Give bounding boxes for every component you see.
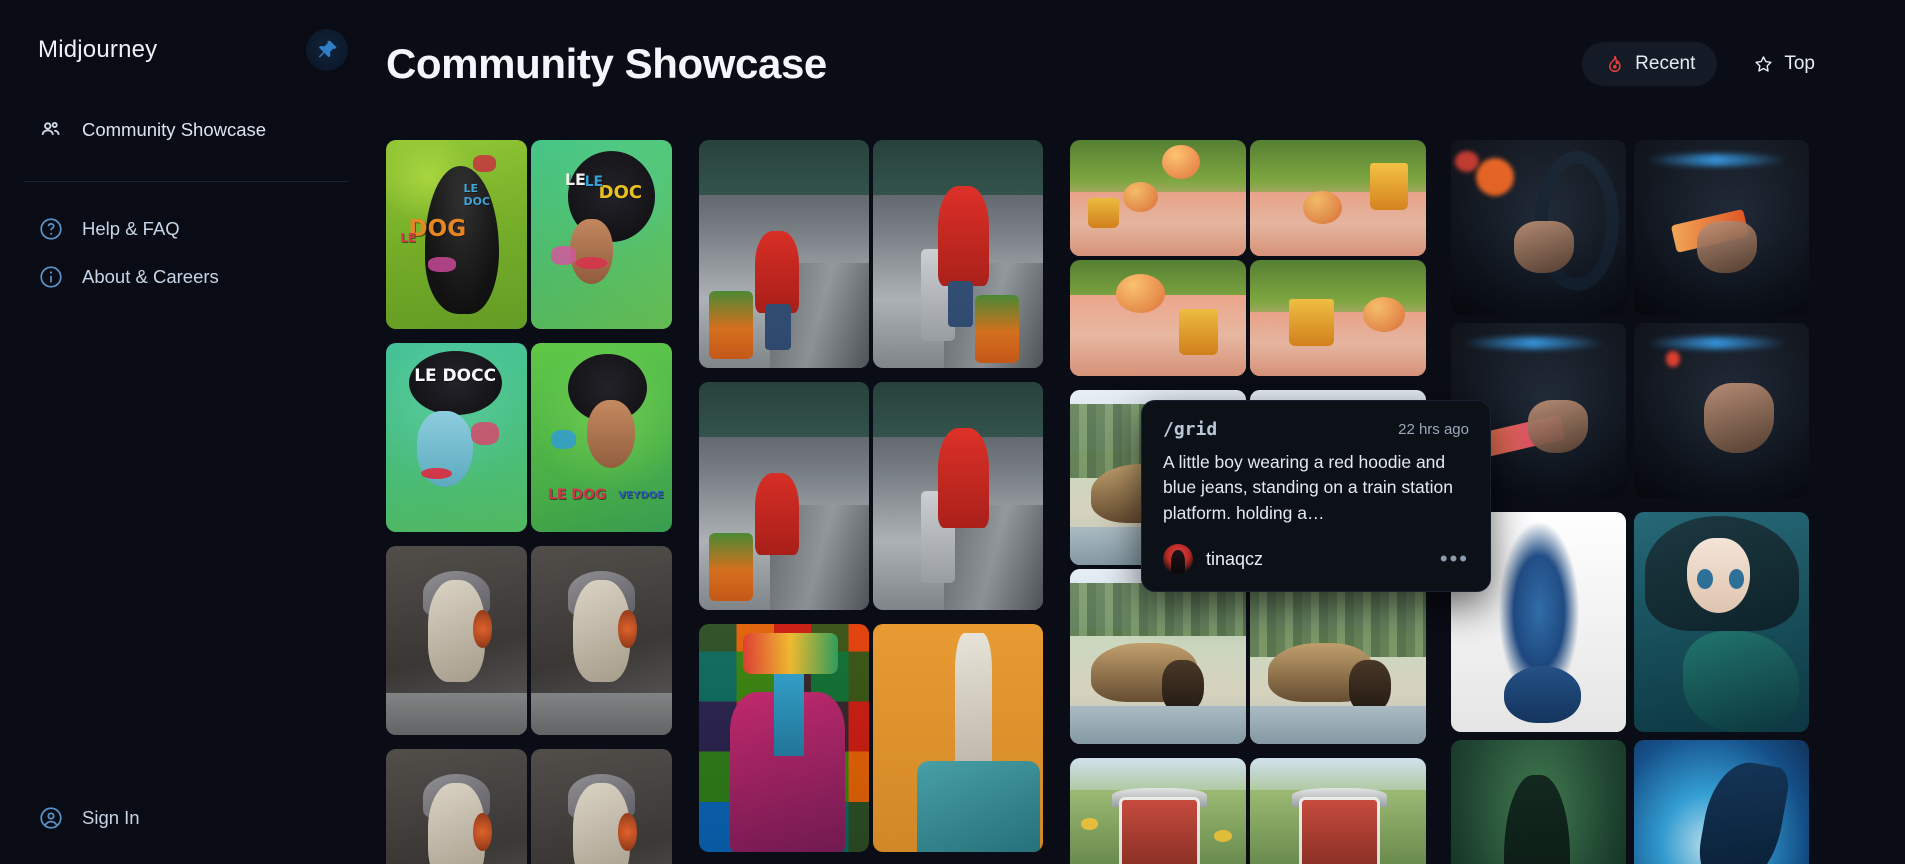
image-hover-card[interactable]: /grid 22 hrs ago A little boy wearing a …: [1141, 400, 1491, 593]
sidebar-item-label: Help & FAQ: [82, 218, 180, 239]
timestamp-label: 22 hrs ago: [1398, 421, 1469, 438]
grid-tile[interactable]: LE DOG VEYDOE: [531, 343, 672, 532]
grid-tile[interactable]: [1634, 323, 1809, 498]
grid-tile[interactable]: LE DOC LE: [531, 140, 672, 329]
main-content: Community Showcase Recent Top DOG LE LE …: [386, 0, 1905, 864]
sidebar-item-about-careers[interactable]: About & Careers: [0, 253, 386, 301]
avatar: [1163, 544, 1193, 575]
grid-tile[interactable]: [1451, 140, 1626, 315]
star-icon: [1755, 55, 1772, 72]
sidebar-item-label: Community Showcase: [82, 119, 267, 140]
page-title: Community Showcase: [386, 40, 827, 87]
sign-in-button[interactable]: Sign In: [38, 794, 348, 842]
info-circle-icon: [40, 266, 62, 288]
grid-column-1: DOG LE LE DOC LE DOC LE LE DOCC LE DOG V…: [386, 140, 675, 864]
page-header: Community Showcase Recent Top: [386, 0, 1905, 88]
grid-tile[interactable]: [531, 546, 672, 735]
author-username: tinaqcz: [1206, 548, 1264, 569]
filter-recent-label: Recent: [1635, 53, 1696, 74]
grid-tile[interactable]: [386, 749, 527, 864]
filter-top[interactable]: Top: [1731, 42, 1837, 86]
image-group-train-a: [699, 140, 1046, 368]
sidebar-item-label: About & Careers: [82, 266, 219, 287]
sidebar-footer: Sign In: [0, 794, 386, 864]
grid-tile[interactable]: [1250, 569, 1426, 744]
filter-group: Recent Top: [1582, 42, 1837, 86]
people-group-icon: [41, 122, 60, 135]
grid-tile[interactable]: [873, 140, 1043, 368]
grid-tile[interactable]: [386, 546, 527, 735]
sidebar-header: Midjourney: [0, 0, 386, 72]
image-group-graffiti-a: DOG LE LE DOC LE DOC LE: [386, 140, 675, 329]
image-group-train-b: [699, 382, 1046, 610]
image-group-statues-a: [386, 546, 675, 735]
grid-tile[interactable]: [1250, 260, 1426, 376]
grid-tile[interactable]: [1451, 740, 1626, 864]
user-circle-icon: [40, 807, 62, 829]
grid-column-2: [699, 140, 1046, 864]
image-group-peaches: [1070, 140, 1427, 376]
grid-tile[interactable]: [1250, 758, 1426, 864]
grid-tile[interactable]: [1634, 140, 1809, 315]
grid-column-4: [1451, 140, 1831, 864]
prompt-text: A little boy wearing a red hoodie and bl…: [1163, 452, 1453, 523]
grid-tile[interactable]: [531, 749, 672, 864]
grid-tile[interactable]: DOG LE LE DOC: [386, 140, 527, 329]
sidebar-item-help-faq[interactable]: Help & FAQ: [0, 205, 386, 253]
sidebar-nav: Community Showcase Help & FAQ About & Ca…: [0, 106, 386, 301]
image-group-barns: [1070, 758, 1427, 864]
grid-tile[interactable]: [699, 382, 869, 610]
image-group-mermaids: [1451, 512, 1831, 864]
sidebar-item-community-showcase[interactable]: Community Showcase: [0, 106, 386, 154]
grid-tile[interactable]: [873, 382, 1043, 610]
grid-tile[interactable]: [1070, 758, 1246, 864]
image-group-statues-b: [386, 749, 675, 864]
grid-tile[interactable]: [699, 140, 869, 368]
image-group-giraffes-a: [699, 624, 1046, 852]
grid-tile[interactable]: [699, 624, 869, 852]
grid-tile[interactable]: [873, 624, 1043, 852]
grid-tile[interactable]: [1634, 740, 1809, 864]
pin-sidebar-button[interactable]: [306, 29, 348, 71]
grid-tile[interactable]: [1250, 140, 1426, 256]
grid-tile[interactable]: [1634, 512, 1809, 732]
grid-tile[interactable]: [1070, 569, 1246, 744]
flame-icon: [1609, 55, 1621, 72]
grid-tile[interactable]: LE DOCC: [386, 343, 527, 532]
command-label: /grid: [1163, 419, 1218, 440]
ellipsis-icon[interactable]: •••: [1440, 548, 1469, 570]
app-root: Midjourney Community Showcase Help & FAQ…: [0, 0, 1905, 864]
grid-tile[interactable]: [1070, 140, 1246, 256]
hover-card-footer: tinaqcz •••: [1163, 544, 1469, 575]
question-circle-icon: [40, 218, 62, 240]
sidebar: Midjourney Community Showcase Help & FAQ…: [0, 0, 386, 864]
pushpin-icon: [318, 40, 337, 58]
filter-top-label: Top: [1784, 53, 1815, 74]
hover-card-header: /grid 22 hrs ago: [1163, 419, 1469, 440]
filter-recent[interactable]: Recent: [1582, 42, 1718, 86]
grid-tile[interactable]: [1070, 260, 1246, 376]
author[interactable]: tinaqcz: [1163, 544, 1264, 575]
image-group-night-driving: [1451, 140, 1831, 498]
sidebar-divider: [24, 181, 348, 182]
sign-in-label: Sign In: [82, 807, 140, 828]
image-group-graffiti-b: LE DOCC LE DOG VEYDOE: [386, 343, 675, 532]
brand-title: Midjourney: [38, 36, 158, 63]
